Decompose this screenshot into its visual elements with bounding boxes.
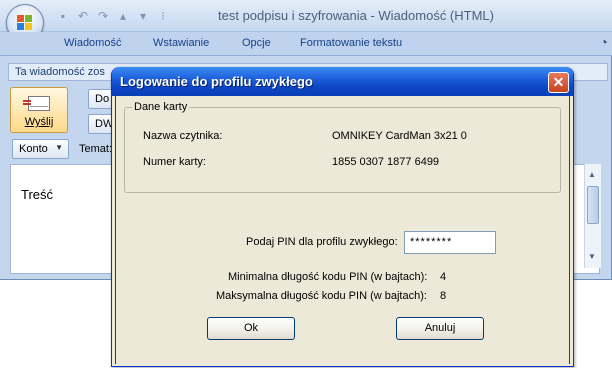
tab-formatowanie-tekstu[interactable]: Formatowanie tekstu xyxy=(300,37,402,49)
chevron-down-icon: ▼ xyxy=(55,143,63,152)
customize-toolbar-icon[interactable]: ⁝ xyxy=(156,9,170,23)
cancel-button[interactable]: Anuluj xyxy=(396,317,484,340)
account-label: Konto xyxy=(19,143,48,155)
outlook-titlebar: ▪ ↶ ↷ ▴ ▾ ⁝ test podpisu i szyfrowania -… xyxy=(0,0,612,32)
tab-opcje[interactable]: Opcje xyxy=(242,37,271,49)
card-number-label: Numer karty: xyxy=(143,156,206,168)
dialog-titlebar: Logowanie do profilu zwykłego ✕ xyxy=(112,67,573,96)
card-number-value: 1855 0307 1877 6499 xyxy=(332,156,440,168)
scroll-up-icon[interactable]: ▲ xyxy=(588,170,596,179)
card-data-group xyxy=(124,107,561,193)
min-pin-length-label: Minimalna długość kodu PIN (w bajtach): xyxy=(228,271,428,283)
help-icon[interactable]: ◔ xyxy=(600,34,608,50)
pin-input[interactable]: ******** xyxy=(404,231,496,254)
up-icon[interactable]: ▴ xyxy=(116,9,130,23)
reader-label: Nazwa czytnika: xyxy=(143,130,223,142)
login-dialog: Logowanie do profilu zwykłego ✕ Dane kar… xyxy=(111,67,574,367)
dialog-title: Logowanie do profilu zwykłego xyxy=(120,74,313,89)
subject-label: Temat: xyxy=(79,143,113,155)
ok-button[interactable]: Ok xyxy=(207,317,295,340)
screen: ▪ ↶ ↷ ▴ ▾ ⁝ test podpisu i szyfrowania -… xyxy=(0,0,612,368)
reader-value: OMNIKEY CardMan 3x21 0 xyxy=(332,130,467,142)
redo-icon[interactable]: ↷ xyxy=(96,9,110,23)
close-icon[interactable]: ✕ xyxy=(548,72,569,93)
down-icon[interactable]: ▾ xyxy=(136,9,150,23)
max-pin-length-value: 8 xyxy=(440,290,447,302)
send-button[interactable]: Wyślij xyxy=(10,87,68,133)
save-icon[interactable]: ▪ xyxy=(56,9,70,23)
envelope-lines xyxy=(23,100,31,102)
max-pin-length-label: Maksymalna długość kodu PIN (w bajtach): xyxy=(216,290,427,302)
message-body-text: Treść xyxy=(21,187,54,202)
quick-access-toolbar: ▪ ↶ ↷ ▴ ▾ ⁝ xyxy=(56,8,170,24)
envelope-icon xyxy=(28,96,50,111)
scroll-thumb[interactable] xyxy=(587,186,599,224)
tab-wiadomosc[interactable]: Wiadomość xyxy=(64,37,121,49)
ribbon-tabs: Wiadomość Wstawianie Opcje Formatowanie … xyxy=(0,32,612,56)
tab-wstawianie[interactable]: Wstawianie xyxy=(153,37,209,49)
pin-label: Podaj PIN dla profilu zwykłego: xyxy=(246,236,398,248)
office-logo-icon xyxy=(17,15,33,31)
card-data-legend: Dane karty xyxy=(132,101,190,113)
vertical-scrollbar[interactable]: ▲ ▼ xyxy=(584,164,601,268)
send-label: Wyślij xyxy=(24,116,54,128)
scroll-down-icon[interactable]: ▼ xyxy=(588,252,596,261)
outlook-window-title: test podpisu i szyfrowania - Wiadomość (… xyxy=(218,8,494,23)
min-pin-length-value: 4 xyxy=(440,271,447,283)
account-button[interactable]: Konto ▼ xyxy=(12,139,69,159)
undo-icon[interactable]: ↶ xyxy=(76,9,90,23)
